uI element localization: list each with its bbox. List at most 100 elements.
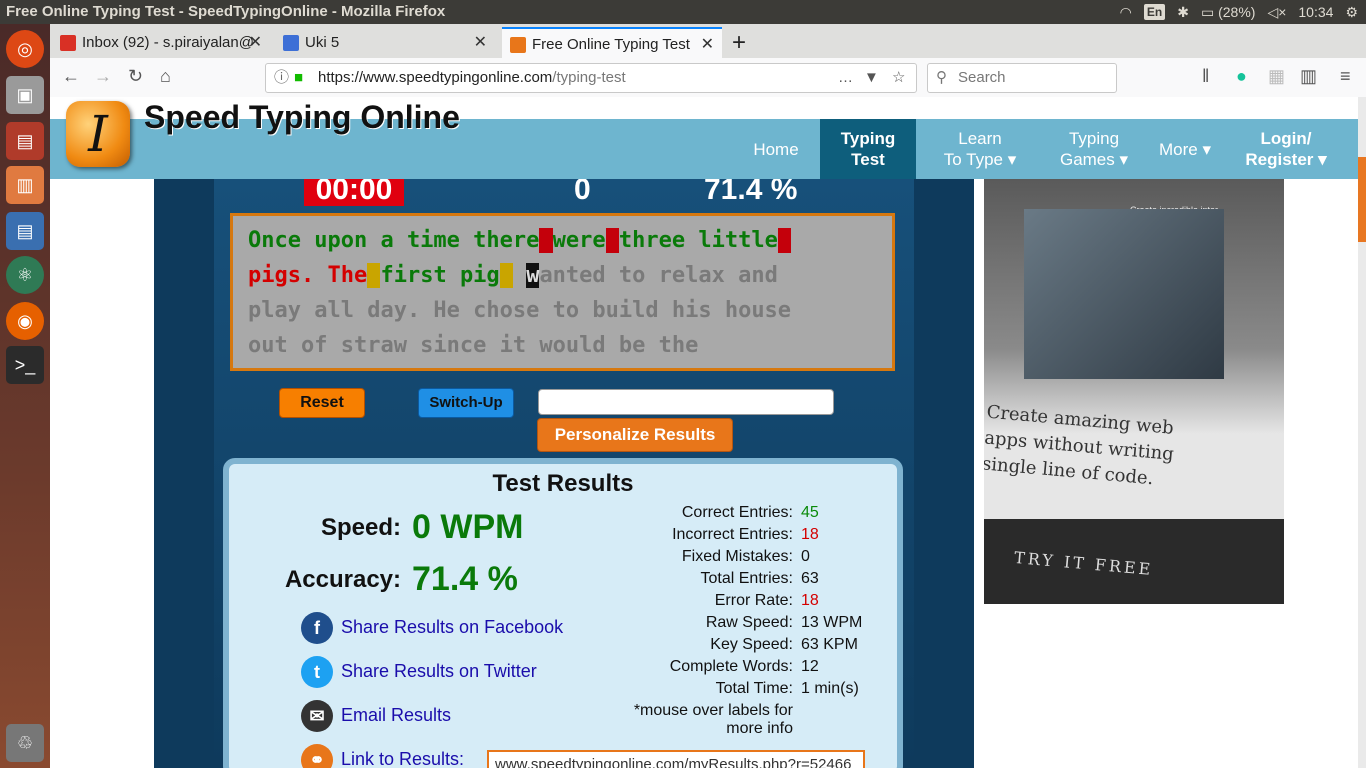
switch-up-button[interactable]: Switch-Up [418, 388, 514, 418]
link-to-results[interactable]: ⚭ Link to Results: [301, 744, 464, 768]
nav-label: Typing [1068, 129, 1120, 148]
typing-input[interactable] [538, 389, 834, 415]
close-tab-icon[interactable]: ✕ [474, 27, 487, 58]
ubuntu-dash-icon[interactable]: ◎ [6, 30, 44, 68]
extension-icon[interactable]: ▦ [1268, 66, 1285, 87]
text-segment: three little [618, 228, 778, 253]
nav-typing-test[interactable]: Typing Test [820, 119, 916, 179]
nav-learn-to-type[interactable]: Learn To Type ▾ [930, 119, 1030, 179]
home-icon[interactable]: ⌂ [160, 66, 171, 87]
share-twitter-link[interactable]: t Share Results on Twitter [301, 656, 537, 689]
url-text: https://www.speedtypingonline.com/typing… [318, 64, 626, 92]
gmail-icon [60, 35, 76, 52]
stat-label[interactable]: Complete Words: [535, 658, 793, 676]
tab-inbox[interactable]: Inbox (92) - s.piraiyalan@ ✕ [60, 27, 270, 58]
url-path: /typing-test [552, 69, 626, 86]
stat-label[interactable]: Incorrect Entries: [535, 526, 793, 544]
grammarly-icon[interactable]: ● [1236, 66, 1247, 87]
info-icon[interactable]: ⓘ [274, 64, 289, 92]
bookmark-star-icon[interactable]: ☆ [892, 64, 905, 92]
text-segment: w [526, 263, 540, 288]
bluetooth-icon[interactable]: ✱ [1177, 0, 1189, 24]
text-segment [605, 228, 619, 253]
results-link-field[interactable]: www.speedtypingonline.com/myResults.php?… [487, 750, 865, 768]
impress-icon[interactable]: ▥ [6, 166, 44, 204]
camera-app-icon[interactable]: ▣ [6, 76, 44, 114]
url-bar[interactable]: ⓘ ■ https://www.speedtypingonline.com/ty… [265, 63, 917, 93]
wifi-icon[interactable]: ◠ [1120, 0, 1132, 24]
email-results-link[interactable]: ✉ Email Results [301, 700, 451, 733]
os-top-bar: Free Online Typing Test - SpeedTypingOnl… [0, 0, 1366, 24]
speed-label[interactable]: Speed: [269, 514, 401, 542]
site-name[interactable]: Speed Typing Online [144, 99, 460, 136]
reset-button[interactable]: Reset [279, 388, 365, 418]
battery-icon: ▭ [1200, 4, 1215, 20]
stat-label[interactable]: Correct Entries: [535, 504, 793, 522]
personalize-results-button[interactable]: Personalize Results [537, 418, 733, 452]
trash-icon[interactable]: ♲ [6, 724, 44, 762]
volume-muted-icon[interactable]: ◁× [1267, 0, 1286, 24]
stat-label[interactable]: Raw Speed: [535, 614, 793, 632]
pocket-icon[interactable]: ▼ [864, 64, 879, 92]
share-facebook-label: Share Results on Facebook [341, 617, 564, 637]
atom-icon[interactable]: ⚛ [6, 256, 44, 294]
stat-label[interactable]: Total Entries: [535, 570, 793, 588]
stat-value: 18 [801, 592, 819, 609]
new-tab-button[interactable]: + [732, 27, 756, 58]
sidebar-icon[interactable]: ▥ [1300, 66, 1317, 87]
ubuntu-launcher: ◎ ▣ ▤ ▥ ▤ ⚛ ◉ >_ ♲ [0, 24, 50, 768]
nav-label: More ▾ [1159, 139, 1211, 159]
stat-label[interactable]: Error Rate: [535, 592, 793, 610]
text-line: play all day. He chose to build his hous… [248, 293, 877, 328]
tab-label: Inbox (92) - s.piraiyalan@ [82, 34, 254, 51]
battery-indicator[interactable]: ▭ (28%) [1201, 0, 1255, 24]
search-input[interactable]: ⚲ Search [927, 63, 1117, 93]
scrollbar-thumb[interactable] [1358, 157, 1366, 242]
nav-label: Register ▾ [1245, 150, 1327, 169]
close-tab-icon[interactable]: ✕ [249, 27, 262, 58]
tab-uki[interactable]: Uki 5 ✕ [283, 27, 495, 58]
site-logo[interactable]: I [66, 101, 130, 167]
stat-label[interactable]: Fixed Mistakes: [535, 548, 793, 566]
file-manager-icon[interactable]: ▤ [6, 122, 44, 160]
text-line: out of straw since it would be the [248, 328, 877, 363]
page-actions-icon[interactable]: … [838, 64, 853, 92]
clock[interactable]: 10:34 [1298, 0, 1333, 24]
menu-icon[interactable]: ≡ [1340, 66, 1351, 87]
note-line-2: more info [726, 720, 793, 737]
forward-arrow-icon[interactable]: → [94, 66, 112, 87]
writer-icon[interactable]: ▤ [6, 212, 44, 250]
browser-tab-bar: Inbox (92) - s.piraiyalan@ ✕ Uki 5 ✕ Fre… [50, 24, 1366, 58]
text-segment: play all day. He chose to build his hous… [248, 298, 792, 323]
link-icon: ⚭ [301, 744, 333, 768]
close-tab-icon[interactable]: ✕ [701, 29, 714, 60]
back-arrow-icon[interactable]: ← [62, 66, 80, 87]
advertisement[interactable]: Create incredible inter Create amazing w… [984, 179, 1284, 604]
firefox-icon[interactable]: ◉ [6, 302, 44, 340]
text-segment: were [552, 228, 606, 253]
nav-typing-games[interactable]: Typing Games ▾ [1044, 119, 1144, 179]
accuracy-value: 71.4 % [412, 560, 518, 598]
library-icon[interactable]: ‖ [1202, 66, 1209, 87]
stat-label[interactable]: Total Time: [535, 680, 793, 698]
ad-cta[interactable]: TRY IT FREE [1013, 548, 1154, 579]
nav-label: Login/ [1260, 129, 1312, 148]
gear-icon[interactable]: ⚙ [1345, 0, 1358, 24]
tab-typing-test[interactable]: Free Online Typing Test ✕ [502, 27, 722, 58]
reload-icon[interactable]: ↻ [128, 66, 143, 87]
stat-label[interactable]: Key Speed: [535, 636, 793, 654]
nav-login-register[interactable]: Login/Register ▾ [1236, 119, 1336, 179]
web-page: 00:00 0 71.4 % Once upon a time there we… [50, 97, 1366, 768]
terminal-icon[interactable]: >_ [6, 346, 44, 384]
typing-text-box[interactable]: Once upon a time there were three little… [230, 213, 895, 371]
text-segment: out of straw since it would be the [248, 333, 699, 358]
tab-label: Uki 5 [305, 34, 340, 51]
share-facebook-link[interactable]: f Share Results on Facebook [301, 612, 564, 645]
keyboard-layout-indicator[interactable]: En [1143, 4, 1166, 20]
accuracy-label[interactable]: Accuracy: [249, 566, 401, 594]
stat-value: 63 [801, 570, 819, 587]
nav-label: Typing [840, 129, 896, 148]
nav-more[interactable]: More ▾ [1150, 119, 1220, 179]
window-title: Free Online Typing Test - SpeedTypingOnl… [6, 3, 446, 20]
nav-home[interactable]: Home [740, 119, 812, 179]
